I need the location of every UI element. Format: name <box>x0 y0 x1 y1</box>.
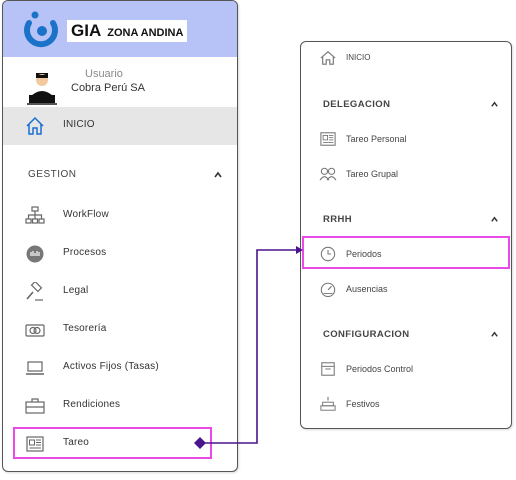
briefcase-icon <box>25 398 45 414</box>
tareo-submenu: INICIO DELEGACION Tareo Personal Tareo G… <box>300 41 512 429</box>
submenu-item-festivos[interactable]: Festivos <box>301 389 511 419</box>
submenu-item-ausencias[interactable]: Ausencias <box>301 274 511 304</box>
section-title: RRHH <box>323 214 353 225</box>
section-title: CONFIGURACION <box>323 329 410 340</box>
cake-icon <box>320 396 336 411</box>
submenu-item-periodos-control[interactable]: Periodos Control <box>301 354 511 384</box>
user-label: Usuario <box>85 68 123 80</box>
menu-item-label: Tesorería <box>63 323 107 334</box>
menu-item-label: Legal <box>63 285 89 296</box>
tareo-highlight <box>13 427 212 459</box>
menu-item-label: Activos Fijos (Tasas) <box>63 361 159 372</box>
user-info[interactable]: Usuario Cobra Perú SA <box>3 61 237 107</box>
brand-subtitle: ZONA ANDINA <box>107 27 184 39</box>
menu-item-rendiciones[interactable]: Rendiciones <box>3 387 237 425</box>
org-chart-icon <box>25 206 45 224</box>
menu-item-procesos[interactable]: Procesos <box>3 235 237 273</box>
periodos-highlight <box>302 236 510 269</box>
avatar <box>27 73 57 105</box>
submenu-item-label: Tareo Grupal <box>346 169 399 179</box>
section-configuracion[interactable]: CONFIGURACION <box>301 323 511 345</box>
menu-item-tesoreria[interactable]: Tesorería <box>3 311 237 349</box>
submenu-item-tareo-grupal[interactable]: Tareo Grupal <box>301 159 511 189</box>
home-icon <box>320 51 336 65</box>
submenu-item-inicio[interactable]: INICIO <box>301 43 511 73</box>
chevron-up-icon <box>491 216 498 222</box>
home-icon <box>26 116 44 135</box>
section-rrhh[interactable]: RRHH <box>301 208 511 230</box>
section-gestion[interactable]: GESTION <box>3 164 237 188</box>
users-icon <box>319 167 337 181</box>
menu-item-workflow[interactable]: WorkFlow <box>3 197 237 235</box>
section-title: GESTION <box>28 169 77 180</box>
gavel-icon <box>26 282 43 301</box>
newspaper-icon <box>320 132 336 146</box>
chevron-up-icon <box>214 171 222 178</box>
menu-item-activos-fijos[interactable]: Activos Fijos (Tasas) <box>3 349 237 387</box>
submenu-item-label: Tareo Personal <box>346 134 407 144</box>
menu-item-label: Rendiciones <box>63 399 121 410</box>
submenu-item-tareo-personal[interactable]: Tareo Personal <box>301 124 511 154</box>
calendar-icon <box>321 362 335 376</box>
menu-item-legal[interactable]: Legal <box>3 273 237 311</box>
sidebar-header: GIA ZONA ANDINA <box>3 1 237 57</box>
submenu-item-label: Ausencias <box>346 284 388 294</box>
gia-logo-icon <box>24 11 58 48</box>
submenu-item-label: Periodos Control <box>346 364 414 374</box>
main-sidebar: GIA ZONA ANDINA Usuario Cobra Perú SA IN… <box>2 0 238 472</box>
brand-label: GIA ZONA ANDINA <box>67 20 188 42</box>
laptop-icon <box>26 361 44 375</box>
menu-item-label: WorkFlow <box>63 209 109 220</box>
section-title: DELEGACION <box>323 99 391 110</box>
brand-name: GIA <box>71 21 102 40</box>
user-company: Cobra Perú SA <box>71 82 145 94</box>
gauge-icon <box>320 282 336 297</box>
process-icon <box>26 245 44 263</box>
section-delegacion[interactable]: DELEGACION <box>301 93 511 115</box>
money-icon <box>25 324 45 337</box>
menu-item-inicio[interactable]: INICIO <box>3 107 237 145</box>
submenu-item-label: Festivos <box>346 399 380 409</box>
menu-item-label: Procesos <box>63 247 107 258</box>
chevron-up-icon <box>491 331 498 337</box>
chevron-up-icon <box>491 101 498 107</box>
menu-item-label: INICIO <box>63 119 95 130</box>
submenu-item-label: INICIO <box>346 53 371 62</box>
